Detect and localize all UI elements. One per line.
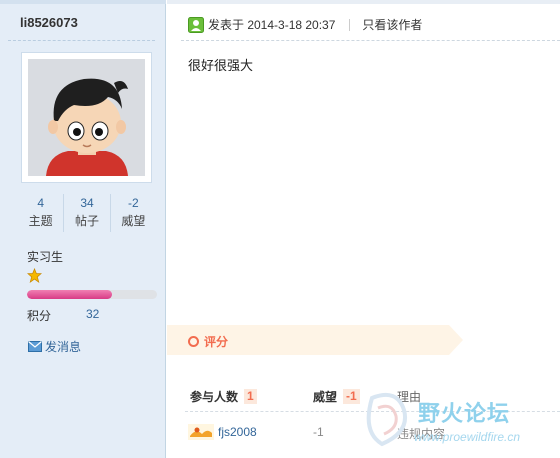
online-user-icon [188, 16, 204, 33]
post-top-strip [167, 0, 560, 4]
stat-posts-label: 帖子 [74, 214, 99, 228]
rating-row-value: -1 [313, 425, 324, 439]
rating-prestige-total: -1 [343, 389, 360, 404]
only-author-link[interactable]: 只看该作者 [362, 16, 422, 33]
header-separator [349, 18, 351, 31]
envelope-icon [28, 341, 42, 352]
send-message-label: 发消息 [45, 340, 82, 354]
watermark-url: www.proewildfire.cn [414, 430, 521, 444]
rating-title-text: 评分 [204, 335, 229, 349]
rank-star-icon [27, 268, 42, 283]
stat-topics-label: 主题 [28, 214, 53, 228]
avatar-image [28, 59, 145, 176]
rating-row-user[interactable]: fjs2008 [188, 424, 257, 440]
stat-posts-value[interactable]: 34 [64, 194, 109, 212]
points-label: 积分 [27, 309, 52, 323]
stat-prestige-label: 威望 [121, 214, 146, 228]
user-rank: 实习生 [27, 250, 64, 264]
cartoon-boy-icon [28, 59, 145, 176]
stat-topics-value[interactable]: 4 [18, 194, 63, 212]
username-link[interactable]: li8526073 [20, 15, 78, 30]
rater-name[interactable]: fjs2008 [218, 425, 257, 439]
post-main: 发表于 2014-3-18 20:37 只看该作者 很好很强大 评分 参与人数 … [167, 0, 560, 458]
rating-col-people-label: 参与人数 [190, 390, 239, 404]
user-sidebar: li8526073 4 主题 34 帖子 -2 威望 实习生 积分 32 发消息 [0, 0, 166, 458]
rating-col-prestige-label: 威望 [313, 390, 338, 404]
watermark-title: 野火论坛 [418, 401, 511, 426]
stat-topics[interactable]: 4 主题 [18, 194, 63, 232]
user-stats: 4 主题 34 帖子 -2 威望 [18, 194, 156, 232]
rating-title: 评分 [188, 333, 228, 350]
rating-col-people: 参与人数 1 [190, 388, 257, 405]
avatar[interactable] [21, 52, 152, 183]
post-header-divider [181, 40, 560, 41]
rank-progress-bar [27, 290, 157, 299]
post-time: 发表于 2014-3-18 20:37 [208, 18, 336, 32]
rater-avatar-icon [188, 424, 214, 440]
send-message-button[interactable]: 发消息 [28, 338, 81, 355]
post-header: 发表于 2014-3-18 20:37 只看该作者 [188, 16, 422, 33]
rating-col-prestige: 威望 -1 [313, 388, 360, 405]
stat-posts[interactable]: 34 帖子 [63, 194, 109, 232]
sidebar-top-strip [0, 0, 166, 4]
rank-progress-fill [27, 290, 112, 299]
post-content: 很好很强大 [188, 58, 254, 73]
stat-prestige-value: -2 [127, 196, 139, 210]
rating-circle-icon [188, 336, 199, 347]
rating-people-count: 1 [244, 389, 257, 404]
points-value[interactable]: 32 [86, 307, 99, 321]
sidebar-divider [8, 40, 155, 41]
stat-prestige: -2 威望 [109, 194, 156, 232]
